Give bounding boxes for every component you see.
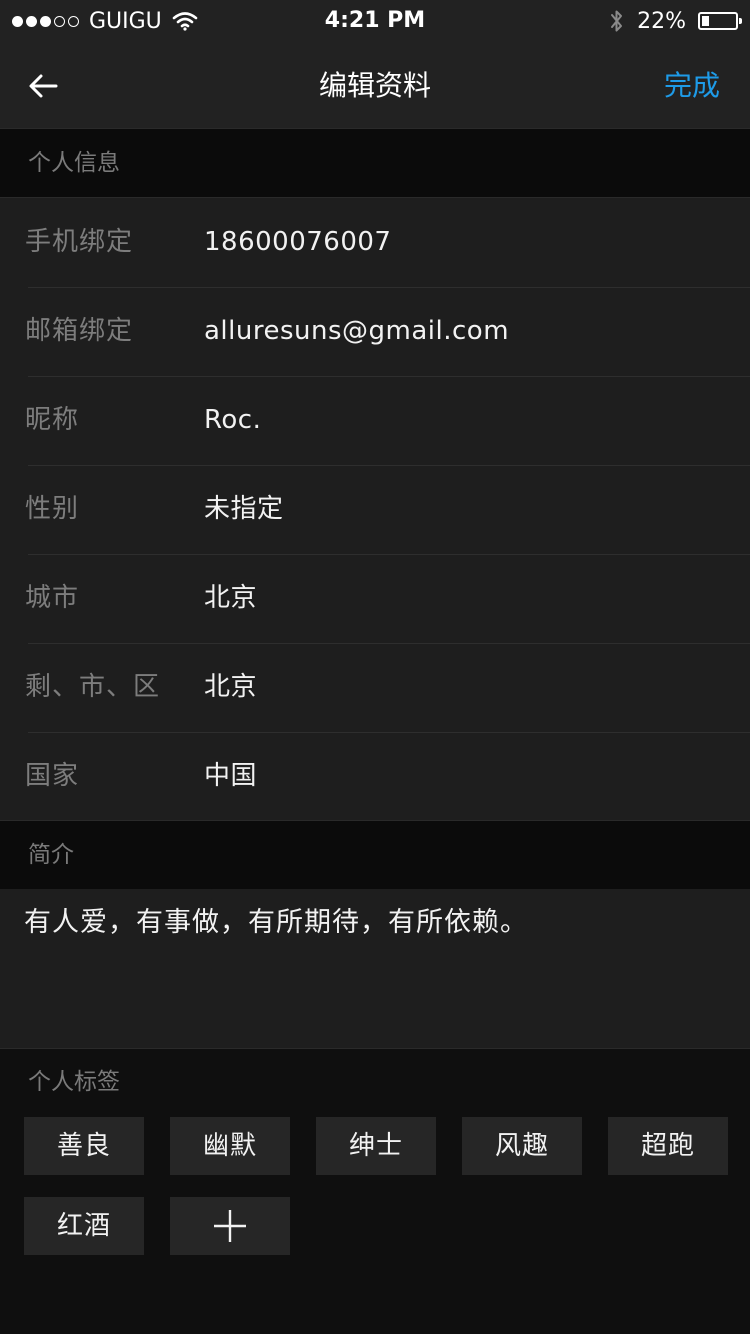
- personal-info-title: 个人信息: [28, 150, 120, 176]
- wifi-icon: [172, 12, 198, 31]
- status-left: GUIGU: [12, 6, 198, 36]
- row-nickname[interactable]: 昵称 Roc.: [0, 376, 750, 465]
- personal-info-list: 手机绑定 18600076007 邮箱绑定 alluresuns@gmail.c…: [0, 198, 750, 821]
- back-arrow-icon: [29, 74, 58, 98]
- row-value: alluresuns@gmail.com: [204, 316, 510, 346]
- row-country[interactable]: 国家 中国: [0, 732, 750, 821]
- tag-item[interactable]: 红酒: [24, 1197, 144, 1255]
- row-label: 手机绑定: [25, 227, 134, 257]
- row-email[interactable]: 邮箱绑定 alluresuns@gmail.com: [0, 287, 750, 376]
- bluetooth-icon: [611, 10, 623, 32]
- row-city[interactable]: 城市 北京: [0, 554, 750, 643]
- done-button[interactable]: 完成: [664, 44, 720, 128]
- row-label: 国家: [25, 761, 80, 791]
- bio-text: 有人爱，有事做，有所期待，有所依赖。: [24, 907, 528, 938]
- tag-item[interactable]: 超跑: [608, 1117, 728, 1175]
- row-value: Roc.: [204, 405, 262, 435]
- row-phone[interactable]: 手机绑定 18600076007: [0, 198, 750, 287]
- status-bar: GUIGU 4:21 PM 22%: [0, 0, 750, 44]
- battery-percent: 22%: [637, 8, 686, 34]
- personal-info-header: 个人信息: [0, 128, 750, 198]
- status-right: 22%: [609, 6, 742, 36]
- tags-title: 个人标签: [28, 1069, 120, 1095]
- battery-fill: [702, 16, 710, 26]
- row-region[interactable]: 剩、市、区 北京: [0, 643, 750, 732]
- tag-item[interactable]: 善良: [24, 1117, 144, 1175]
- row-value: 北京: [204, 583, 258, 613]
- row-value: 北京: [204, 672, 258, 702]
- plus-icon: [214, 1210, 246, 1242]
- tag-item[interactable]: 风趣: [462, 1117, 582, 1175]
- carrier-name: GUIGU: [89, 8, 162, 34]
- tag-item[interactable]: 绅士: [316, 1117, 436, 1175]
- row-label: 昵称: [25, 405, 80, 435]
- row-label: 剩、市、区: [25, 672, 161, 702]
- page-title: 编辑资料: [318, 69, 431, 102]
- bio-title: 简介: [28, 842, 74, 868]
- row-label: 城市: [25, 583, 80, 613]
- add-tag-button[interactable]: [170, 1197, 290, 1255]
- bio-header: 简介: [0, 820, 750, 890]
- signal-strength-icon: [12, 15, 79, 27]
- row-gender[interactable]: 性别 未指定: [0, 465, 750, 554]
- row-value: 18600076007: [204, 227, 392, 257]
- tag-item[interactable]: 幽默: [170, 1117, 290, 1175]
- row-value: 未指定: [204, 494, 284, 524]
- battery-icon: [698, 12, 742, 30]
- back-button[interactable]: [26, 68, 62, 104]
- row-value: 中国: [204, 761, 258, 791]
- nav-bar: 编辑资料 完成: [0, 44, 750, 128]
- row-label: 性别: [25, 494, 80, 524]
- row-label: 邮箱绑定: [25, 316, 134, 346]
